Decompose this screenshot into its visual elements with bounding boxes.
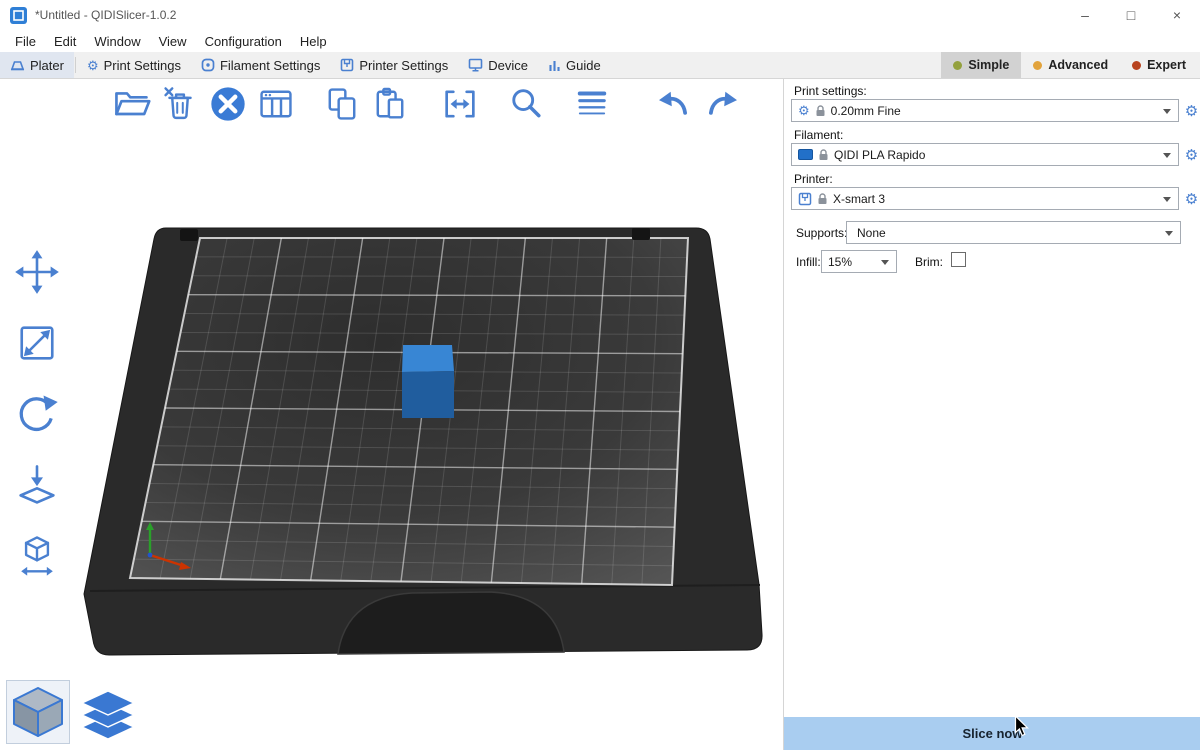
mode-advanced[interactable]: Advanced [1021, 52, 1120, 78]
filament-value: QIDI PLA Rapido [834, 148, 925, 162]
device-icon [468, 58, 483, 72]
printer-label: Printer: [794, 172, 833, 186]
infill-value: 15% [828, 255, 852, 269]
search-icon[interactable] [506, 84, 546, 124]
print-profile-select[interactable]: ⚙ 0.20mm Fine [791, 99, 1179, 122]
app-icon [10, 7, 27, 24]
filament-label: Filament: [794, 128, 843, 142]
tab-label: Printer Settings [359, 58, 448, 73]
tab-bar: Plater ⚙ Print Settings Filament Setting… [0, 52, 1200, 79]
printer-icon [340, 58, 354, 72]
tab-plater[interactable]: Plater [0, 52, 74, 78]
brim-label: Brim: [915, 255, 943, 269]
open-icon[interactable] [112, 84, 152, 124]
title-bar: *Untitled - QIDISlicer-1.0.2 – □ × [0, 0, 1200, 30]
supports-label: Supports: [796, 226, 847, 240]
tab-printer-settings[interactable]: Printer Settings [330, 52, 458, 78]
tab-print-settings[interactable]: ⚙ Print Settings [77, 52, 191, 78]
mouse-cursor [1014, 716, 1032, 737]
mode-simple[interactable]: Simple [941, 52, 1021, 78]
printer-icon [798, 192, 812, 206]
undo-icon[interactable] [654, 84, 694, 124]
expert-mode-dot-icon [1132, 61, 1141, 70]
printer-gear-button[interactable]: ⚙ [1182, 188, 1200, 209]
slice-now-button[interactable]: Slice now [784, 717, 1200, 750]
filament-color-swatch [798, 149, 813, 160]
mode-label: Advanced [1048, 58, 1108, 72]
mode-label: Simple [968, 58, 1009, 72]
gear-icon: ⚙ [87, 59, 99, 72]
plater-toolbar [112, 84, 742, 124]
menu-help[interactable]: Help [291, 32, 336, 51]
redo-icon[interactable] [702, 84, 742, 124]
view-3d-icon[interactable] [6, 680, 70, 744]
delete-all-icon[interactable] [208, 84, 248, 124]
window-title: *Untitled - QIDISlicer-1.0.2 [35, 8, 176, 22]
print-settings-label: Print settings: [794, 84, 867, 98]
menu-file[interactable]: File [6, 32, 45, 51]
settings-sidebar: Print settings: ⚙ 0.20mm Fine ⚙ Filament… [783, 79, 1200, 750]
scale-icon[interactable] [12, 319, 62, 367]
bed-clip [632, 228, 650, 240]
brim-checkbox[interactable] [951, 252, 966, 267]
minimize-button[interactable]: – [1062, 0, 1108, 30]
view-layers-icon[interactable] [78, 686, 138, 744]
mode-switcher: Simple Advanced Expert [941, 52, 1200, 78]
arrange-icon[interactable] [256, 84, 296, 124]
paste-icon[interactable] [370, 84, 410, 124]
viewport-3d[interactable] [0, 79, 783, 750]
mode-expert[interactable]: Expert [1120, 52, 1198, 78]
menu-bar: File Edit Window View Configuration Help [0, 30, 1200, 52]
copy-icon[interactable] [322, 84, 362, 124]
place-on-face-icon[interactable] [12, 461, 62, 509]
lock-icon [818, 148, 829, 161]
bed-clip [180, 229, 198, 241]
printer-value: X-smart 3 [833, 192, 885, 206]
tab-guide[interactable]: Guide [538, 52, 611, 78]
cube-front[interactable] [402, 371, 454, 418]
rotate-icon[interactable] [12, 390, 62, 438]
mirror-icon[interactable] [12, 532, 62, 580]
menu-configuration[interactable]: Configuration [196, 32, 291, 51]
print-settings-gear-button[interactable]: ⚙ [1182, 100, 1200, 121]
delete-icon[interactable] [160, 84, 200, 124]
cube-top[interactable] [402, 345, 454, 372]
gear-icon: ⚙ [798, 104, 810, 117]
supports-select[interactable]: None [846, 221, 1181, 244]
menu-edit[interactable]: Edit [45, 32, 85, 51]
mode-label: Expert [1147, 58, 1186, 72]
tab-label: Print Settings [104, 58, 181, 73]
view-toggles [6, 680, 138, 744]
close-button[interactable]: × [1154, 0, 1200, 30]
filament-gear-button[interactable]: ⚙ [1182, 144, 1200, 165]
printer-select[interactable]: X-smart 3 [791, 187, 1179, 210]
simple-mode-dot-icon [953, 61, 962, 70]
split-icon[interactable] [440, 84, 480, 124]
tab-filament-settings[interactable]: Filament Settings [191, 52, 330, 78]
print-profile-value: 0.20mm Fine [831, 104, 901, 118]
advanced-mode-dot-icon [1033, 61, 1042, 70]
tab-label: Guide [566, 58, 601, 73]
move-icon[interactable] [12, 248, 62, 296]
lock-icon [817, 192, 828, 205]
supports-value: None [853, 226, 886, 240]
tab-label: Plater [30, 58, 64, 73]
layer-height-icon[interactable] [572, 84, 612, 124]
filament-select[interactable]: QIDI PLA Rapido [791, 143, 1179, 166]
gizmo-toolbar [12, 248, 62, 580]
infill-select[interactable]: 15% [821, 250, 897, 273]
menu-window[interactable]: Window [85, 32, 149, 51]
infill-label: Infill: [796, 255, 821, 269]
tab-label: Filament Settings [220, 58, 320, 73]
plater-icon [10, 59, 25, 72]
tab-device[interactable]: Device [458, 52, 538, 78]
guide-icon [548, 59, 561, 72]
lock-icon [815, 104, 826, 117]
tab-label: Device [488, 58, 528, 73]
tab-divider [75, 57, 76, 73]
menu-view[interactable]: View [150, 32, 196, 51]
print-bed-scene[interactable] [0, 79, 783, 750]
filament-icon [201, 58, 215, 72]
maximize-button[interactable]: □ [1108, 0, 1154, 30]
